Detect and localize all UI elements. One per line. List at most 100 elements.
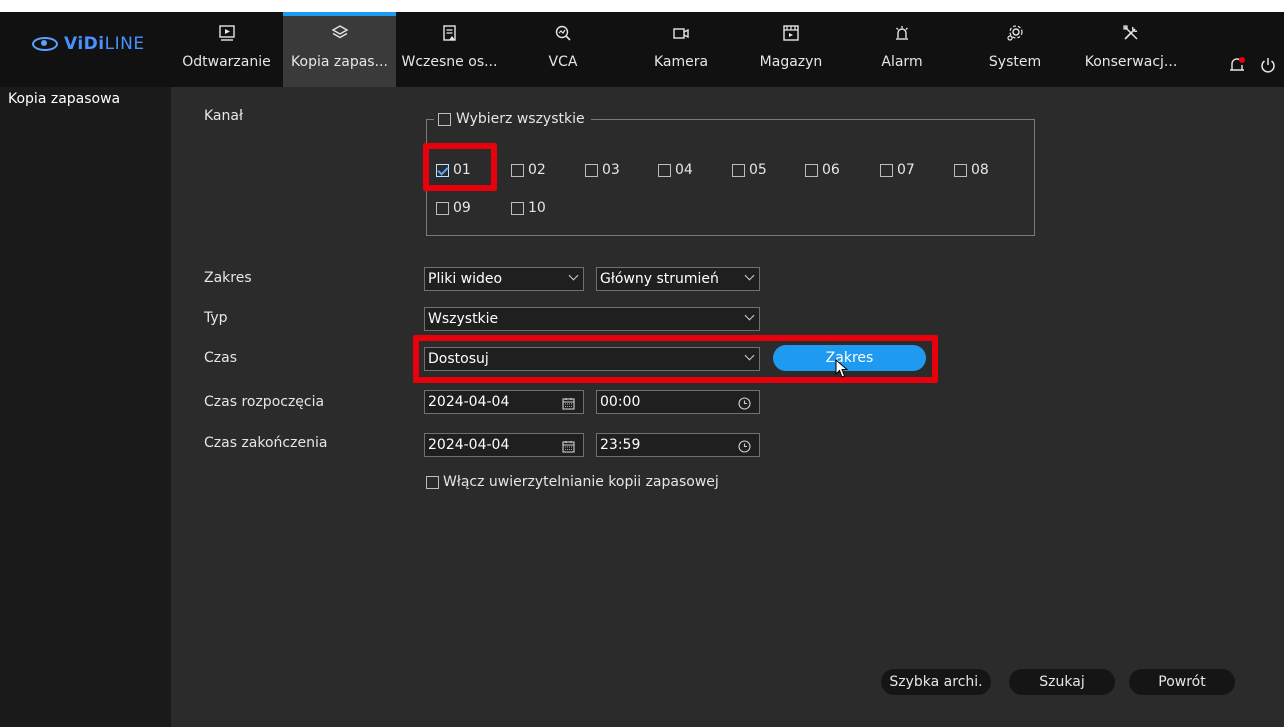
start-date-value: 2024-04-04 [428,394,510,410]
time-label: Czas [204,350,237,366]
nav-label: Kopia zapas... [291,54,388,70]
start-date-field[interactable]: 2024-04-04 [424,390,584,414]
channel-label-06: 06 [822,162,840,178]
nav-wczesne-ostrzezenie[interactable]: Wczesne os... [396,12,503,87]
bell-icon[interactable] [1228,56,1246,78]
mouse-pointer-icon [835,358,849,383]
nav-label: Wczesne os... [401,54,498,70]
start-time-label: Czas rozpoczęcia [204,394,325,410]
tools-icon [1076,22,1186,44]
end-date-value: 2024-04-04 [428,437,510,453]
checkbox-box [438,112,451,126]
search-button[interactable]: Szukaj [1009,669,1115,695]
backup-auth-checkbox[interactable]: Włącz uwierzytelnianie kopii zapasowej [426,474,719,490]
nav-kamera[interactable]: Kamera [641,12,721,87]
nav-system[interactable]: System [975,12,1055,87]
backup-auth-label: Włącz uwierzytelnianie kopii zapasowej [443,474,719,490]
channel-06-checkbox[interactable]: 06 [805,162,840,178]
top-navigation-bar: ViDiLINE Odtwarzanie Kopia zapas... Wcze… [0,12,1284,87]
range-select-value: Pliki wideo [428,271,503,287]
chevron-down-icon [568,270,579,281]
channel-label-02: 02 [528,162,546,178]
end-time-value: 23:59 [600,437,641,453]
nav-label: System [988,54,1042,70]
nav-kopia-zapasowa[interactable]: Kopia zapas... [283,12,396,87]
nav-label: Magazyn [759,54,823,70]
nav-alarm[interactable]: Alarm [866,12,938,87]
nav-odtwarzanie[interactable]: Odtwarzanie [180,12,273,87]
checkbox-box [585,163,598,177]
chevron-down-icon [744,270,755,281]
channel-label-05: 05 [749,162,767,178]
backup-form: Kanał Wybierz wszystkie 01 02 03 04 05 0… [171,87,1284,727]
app-window: ViDiLINE Odtwarzanie Kopia zapas... Wcze… [0,12,1284,727]
select-all-checkbox[interactable]: Wybierz wszystkie [434,111,591,127]
sidebar-item-kopia-zapasowa[interactable]: Kopia zapasowa [0,87,171,111]
nav-vca[interactable]: VCA [523,12,603,87]
stream-select-value: Główny strumień [600,271,719,287]
nav-konserwacja[interactable]: Konserwacj... [1076,12,1186,87]
playback-icon [180,22,273,44]
channel-10-checkbox[interactable]: 10 [511,200,546,216]
back-button[interactable]: Powrót [1129,669,1235,695]
logo-text: ViDiLINE [64,34,145,54]
channel-07-checkbox[interactable]: 07 [880,162,915,178]
checkbox-box [732,163,745,177]
channel-03-checkbox[interactable]: 03 [585,162,620,178]
topbar-right-icons [1228,56,1276,78]
vca-icon [523,22,603,44]
quick-archive-button[interactable]: Szybka archi. [881,669,991,695]
calendar-icon[interactable] [562,395,575,417]
storage-icon [747,22,835,44]
checkbox-box [436,201,449,215]
channel-08-checkbox[interactable]: 08 [954,162,989,178]
chevron-down-icon [744,310,755,321]
type-select[interactable]: Wszystkie [424,307,760,331]
sidebar: Kopia zapasowa [0,87,171,727]
nav-label: Alarm [881,54,923,70]
channel-02-checkbox[interactable]: 02 [511,162,546,178]
type-select-value: Wszystkie [428,311,499,327]
clock-icon[interactable] [738,438,751,460]
channel-05-checkbox[interactable]: 05 [732,162,767,178]
channel-label-07: 07 [897,162,915,178]
checkbox-box [658,163,671,177]
clock-icon[interactable] [738,395,751,417]
start-time-value: 00:00 [600,394,641,410]
nav-magazyn[interactable]: Magazyn [747,12,835,87]
channel-label-09: 09 [453,200,471,216]
layers-icon [283,22,396,44]
gear-icon [975,22,1055,44]
channel-label-04: 04 [675,162,693,178]
calendar-icon[interactable] [562,438,575,460]
nav-label: Kamera [653,54,709,70]
power-icon[interactable] [1260,57,1276,77]
channel-label-03: 03 [602,162,620,178]
channel-04-checkbox[interactable]: 04 [658,162,693,178]
end-time-field[interactable]: 23:59 [596,433,760,457]
checkbox-box [880,163,893,177]
document-alert-icon [396,22,503,44]
range-label: Zakres [204,270,252,286]
stream-select[interactable]: Główny strumień [596,267,760,291]
checkbox-box [511,163,524,177]
checkbox-box [511,201,524,215]
channel-01-highlight [423,143,497,191]
type-label: Typ [204,310,228,326]
nav-label: VCA [548,54,578,70]
camera-icon [641,22,721,44]
channel-label-10: 10 [528,200,546,216]
end-time-label: Czas zakończenia [204,435,328,451]
range-select[interactable]: Pliki wideo [424,267,584,291]
nav-label: Konserwacj... [1084,54,1178,70]
start-time-field[interactable]: 00:00 [596,390,760,414]
vidiline-logo: ViDiLINE [32,34,145,54]
time-row-highlight [413,335,938,383]
checkbox-box [954,163,967,177]
checkbox-box [805,163,818,177]
channel-label: Kanał [204,108,243,124]
end-date-field[interactable]: 2024-04-04 [424,433,584,457]
select-all-label: Wybierz wszystkie [456,111,585,127]
channel-09-checkbox[interactable]: 09 [436,200,471,216]
alarm-icon [866,22,938,44]
